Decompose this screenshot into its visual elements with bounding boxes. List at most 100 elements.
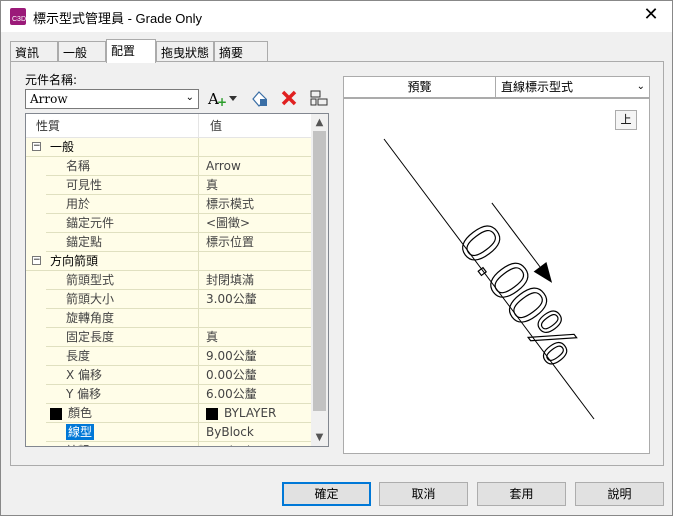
preview-label: 預覽 <box>344 77 496 97</box>
property-value-text: ByBlock <box>206 425 254 439</box>
property-value[interactable]: 真 <box>200 328 312 347</box>
cancel-button[interactable]: 取消 <box>379 482 468 506</box>
property-row[interactable]: X 偏移 0.00公釐 <box>26 366 312 385</box>
property-label: X 偏移 <box>66 368 103 382</box>
preview-area: 上 0.00% <box>343 98 650 454</box>
app-icon-label: C3D <box>12 16 27 23</box>
property-value[interactable]: ByBlock <box>200 423 312 442</box>
property-label: 固定長度 <box>66 330 115 344</box>
property-name: 錨定點 <box>46 233 199 252</box>
scroll-up-icon[interactable]: ▲ <box>311 114 328 131</box>
ok-button[interactable]: 確定 <box>282 482 371 506</box>
property-value[interactable]: 3.00公釐 <box>200 290 312 309</box>
property-value-text: ByBlock <box>206 444 254 446</box>
scroll-down-icon[interactable]: ▼ <box>311 429 328 446</box>
category-row[interactable]: − 方向箭頭 <box>26 252 312 271</box>
property-column-header: 性質 <box>26 114 199 138</box>
row-margin <box>26 404 46 423</box>
help-button[interactable]: 說明 <box>575 482 664 506</box>
draw-order-button[interactable] <box>307 87 331 109</box>
row-margin <box>26 157 46 176</box>
tab-general[interactable]: 一般 <box>58 41 106 62</box>
property-value-text: 6.00公釐 <box>206 387 257 401</box>
tab-summary[interactable]: 摘要 <box>214 41 268 62</box>
property-row[interactable]: 箭頭型式 封閉填滿 <box>26 271 312 290</box>
component-name-select[interactable]: Arrow ⌄ <box>25 89 199 109</box>
title-bar: C3D 標示型式管理員 - Grade Only ✕ <box>1 1 672 32</box>
property-name: 旋轉角度 <box>46 309 199 328</box>
tab-info[interactable]: 資訊 <box>10 41 58 62</box>
property-label: 錨定元件 <box>66 216 115 230</box>
copy-component-button[interactable] <box>247 87 271 109</box>
property-row[interactable]: 箭頭大小 3.00公釐 <box>26 290 312 309</box>
property-row[interactable]: 線型 ByBlock <box>26 423 312 442</box>
vertical-scrollbar[interactable]: ▲ ▼ <box>311 114 328 446</box>
property-row[interactable]: 線粗 ByBlock <box>26 442 312 446</box>
row-margin <box>26 385 46 404</box>
property-value-text: 標示位置 <box>206 235 255 249</box>
property-value[interactable]: ByBlock <box>200 442 312 446</box>
property-value[interactable]: 標示位置 <box>200 233 312 252</box>
property-name: 名稱 <box>46 157 199 176</box>
property-label: 方向箭頭 <box>50 254 99 268</box>
delete-component-button[interactable] <box>277 87 301 109</box>
property-value[interactable]: Arrow <box>200 157 312 176</box>
property-label: 箭頭型式 <box>66 273 115 287</box>
property-value[interactable]: 6.00公釐 <box>200 385 312 404</box>
property-name: 用於 <box>46 195 199 214</box>
property-value-text: 9.00公釐 <box>206 349 257 363</box>
property-value-text: <圖徵> <box>206 216 251 230</box>
property-value[interactable]: 真 <box>200 176 312 195</box>
property-value[interactable]: 9.00公釐 <box>200 347 312 366</box>
tab-drag-state[interactable]: 拖曳狀態 <box>156 41 214 62</box>
value-column-header: 值 <box>210 119 223 133</box>
property-name: 可見性 <box>46 176 199 195</box>
property-value[interactable]: 標示模式 <box>200 195 312 214</box>
property-value-text: 封閉填滿 <box>206 273 255 287</box>
apply-button[interactable]: 套用 <box>477 482 566 506</box>
grid-rows: − 一般 名稱 Arrow 可見性真用於 標示模式 錨定元件 <圖徵> 錨定點 標示位置 − 方向箭頭… <box>26 138 312 446</box>
property-name: Y 偏移 <box>46 385 199 404</box>
category-row[interactable]: − 一般 <box>26 138 312 157</box>
property-row[interactable]: 錨定點 標示位置 <box>26 233 312 252</box>
property-value[interactable] <box>200 309 312 328</box>
tab-layout[interactable]: 配置 <box>106 39 156 63</box>
property-name: 顏色 <box>46 404 199 423</box>
property-value[interactable]: 0.00公釐 <box>200 366 312 385</box>
preview-type-value: 直線標示型式 <box>501 80 574 94</box>
property-name: 長度 <box>46 347 199 366</box>
property-label: 錨定點 <box>66 235 103 249</box>
property-row[interactable]: 長度 9.00公釐 <box>26 347 312 366</box>
property-row[interactable]: 錨定元件 <圖徵> <box>26 214 312 233</box>
property-value[interactable]: <圖徵> <box>200 214 312 233</box>
property-row[interactable]: 固定長度 真 <box>26 328 312 347</box>
row-margin <box>26 366 46 385</box>
property-label: 長度 <box>66 349 91 363</box>
property-row[interactable]: 可見性 真 <box>26 176 312 195</box>
row-margin <box>26 423 46 442</box>
svg-text:+: + <box>217 95 227 109</box>
property-row[interactable]: Y 偏移 6.00公釐 <box>26 385 312 404</box>
chevron-down-icon: ⌄ <box>636 81 645 92</box>
add-component-button[interactable]: A + <box>204 87 240 109</box>
property-row[interactable]: 用於 標示模式 <box>26 195 312 214</box>
property-label: 顏色 <box>68 406 93 420</box>
close-icon[interactable]: ✕ <box>640 4 662 26</box>
preview-type-select[interactable]: 直線標示型式 ⌄ <box>497 77 649 97</box>
property-name: 方向箭頭 <box>26 252 199 271</box>
scroll-thumb[interactable] <box>313 131 326 411</box>
property-value[interactable]: BYLAYER <box>200 404 312 423</box>
property-row[interactable]: 旋轉角度 <box>26 309 312 328</box>
property-row[interactable]: 顏色 BYLAYER <box>26 404 312 423</box>
chevron-down-icon: ⌄ <box>185 92 194 103</box>
property-label: 線型 <box>66 424 95 440</box>
property-value[interactable]: 封閉填滿 <box>200 271 312 290</box>
row-margin <box>26 271 46 290</box>
preview-drawing: 0.00% <box>383 138 595 420</box>
window-title: 標示型式管理員 - Grade Only <box>33 11 203 26</box>
delete-icon <box>281 90 297 106</box>
property-name: 線粗 <box>46 442 199 446</box>
row-margin <box>26 233 46 252</box>
property-row[interactable]: 名稱 Arrow <box>26 157 312 176</box>
grade-text: 0.00% <box>447 212 593 377</box>
